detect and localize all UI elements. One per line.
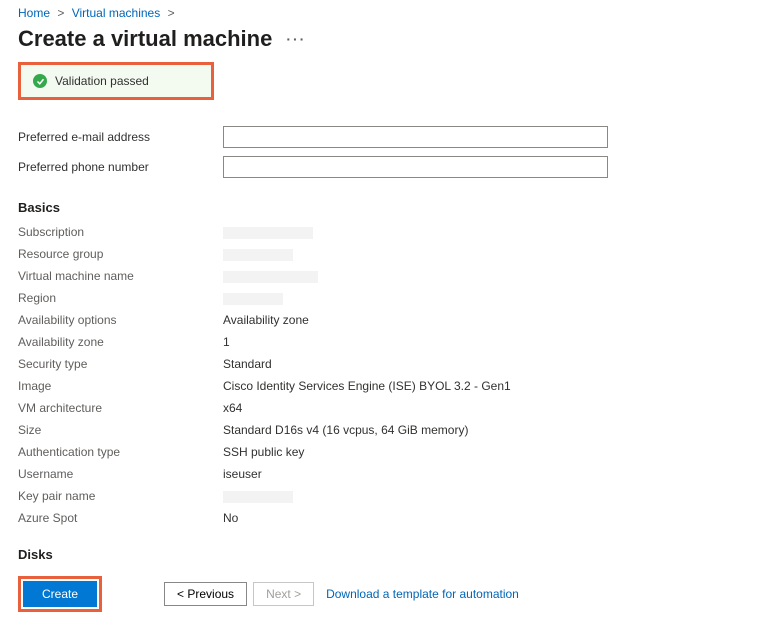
username-value: iseuser: [223, 465, 262, 483]
keypair-value: [223, 487, 293, 505]
auth-type-label: Authentication type: [18, 443, 223, 461]
availability-zone-value: 1: [223, 333, 230, 351]
vm-name-label: Virtual machine name: [18, 267, 223, 285]
auth-type-value: SSH public key: [223, 443, 304, 461]
page-title-text: Create a virtual machine: [18, 26, 272, 52]
resource-group-value: [223, 245, 293, 263]
validation-bar: Validation passed: [21, 65, 211, 97]
username-label: Username: [18, 465, 223, 483]
region-label: Region: [18, 289, 223, 307]
footer: Create < Previous Next > Download a temp…: [0, 568, 781, 622]
phone-label: Preferred phone number: [18, 160, 223, 174]
azure-spot-value: No: [223, 509, 238, 527]
breadcrumb-home[interactable]: Home: [18, 6, 50, 20]
subscription-value: [223, 223, 313, 241]
validation-text: Validation passed: [55, 74, 149, 88]
region-value: [223, 289, 283, 307]
image-value: Cisco Identity Services Engine (ISE) BYO…: [223, 377, 511, 395]
security-type-label: Security type: [18, 355, 223, 373]
phone-input[interactable]: [223, 156, 608, 178]
create-highlight: Create: [18, 576, 102, 612]
more-icon[interactable]: ···: [286, 31, 306, 47]
vm-arch-label: VM architecture: [18, 399, 223, 417]
check-icon: [33, 74, 47, 88]
resource-group-label: Resource group: [18, 245, 223, 263]
email-row: Preferred e-mail address: [0, 122, 781, 152]
create-button[interactable]: Create: [23, 581, 97, 607]
download-template-link[interactable]: Download a template for automation: [326, 587, 519, 601]
vm-name-value: [223, 267, 318, 285]
vm-arch-value: x64: [223, 399, 242, 417]
availability-options-label: Availability options: [18, 311, 223, 329]
chevron-right-icon: >: [57, 6, 64, 20]
azure-spot-label: Azure Spot: [18, 509, 223, 527]
chevron-right-icon: >: [168, 6, 175, 20]
availability-zone-label: Availability zone: [18, 333, 223, 351]
breadcrumb-virtual-machines[interactable]: Virtual machines: [72, 6, 161, 20]
email-input[interactable]: [223, 126, 608, 148]
section-basics: Basics: [0, 182, 781, 221]
availability-options-value: Availability zone: [223, 311, 309, 329]
phone-row: Preferred phone number: [0, 152, 781, 182]
page-title: Create a virtual machine ···: [0, 22, 781, 62]
keypair-label: Key pair name: [18, 487, 223, 505]
size-label: Size: [18, 421, 223, 439]
breadcrumb: Home > Virtual machines >: [0, 0, 781, 22]
validation-highlight: Validation passed: [18, 62, 214, 100]
size-value: Standard D16s v4 (16 vcpus, 64 GiB memor…: [223, 421, 468, 439]
image-label: Image: [18, 377, 223, 395]
email-label: Preferred e-mail address: [18, 130, 223, 144]
next-button: Next >: [253, 582, 314, 606]
security-type-value: Standard: [223, 355, 272, 373]
subscription-label: Subscription: [18, 223, 223, 241]
previous-button[interactable]: < Previous: [164, 582, 247, 606]
